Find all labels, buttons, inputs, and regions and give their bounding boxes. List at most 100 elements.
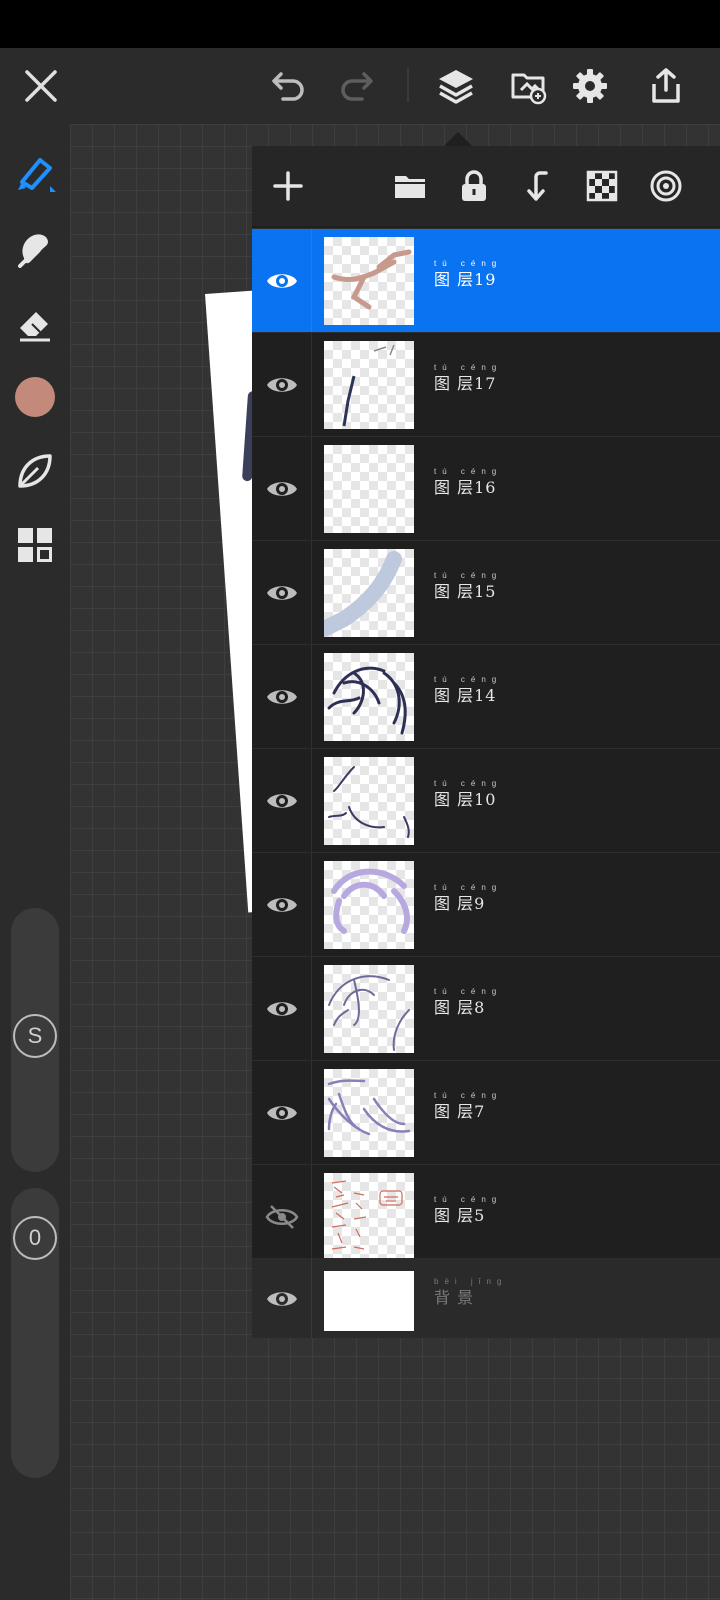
- layer-thumbnail: [324, 549, 414, 637]
- brush-opacity-slider[interactable]: 0: [11, 1188, 59, 1478]
- layer-thumbnail: [324, 1271, 414, 1331]
- color-button[interactable]: [10, 372, 60, 422]
- brush-size-knob[interactable]: S: [13, 1014, 57, 1058]
- lock-layer-button[interactable]: [450, 162, 498, 210]
- layer-name-pinyin: tú céng: [434, 883, 503, 892]
- new-folder-button[interactable]: [386, 162, 434, 210]
- layer-name: 图 层19: [434, 270, 497, 289]
- layer-visibility-toggle[interactable]: [252, 749, 312, 852]
- color-swatch: [15, 377, 55, 417]
- layer-row[interactable]: tú céng 图 层15: [252, 540, 720, 644]
- leaf-tool-button[interactable]: [10, 446, 60, 496]
- layer-visibility-toggle[interactable]: [252, 1165, 312, 1268]
- layer-thumbnail: [324, 757, 414, 845]
- smudge-icon: [18, 234, 48, 268]
- layer-thumbnail: [324, 653, 414, 741]
- transparency-icon: [586, 170, 618, 202]
- brush-size-slider[interactable]: S: [11, 908, 59, 1172]
- background-layer-row[interactable]: bèi jǐng 背 景: [252, 1258, 720, 1338]
- gear-icon: [573, 69, 607, 103]
- close-icon: [25, 70, 57, 102]
- layer-row[interactable]: tú céng 图 层7: [252, 1060, 720, 1164]
- layer-name: 背 景: [434, 1288, 475, 1307]
- blend-mode-button[interactable]: [642, 162, 690, 210]
- import-image-button[interactable]: [503, 60, 555, 112]
- eye-icon: [266, 1291, 297, 1306]
- layer-name-pinyin: tú céng: [434, 259, 503, 268]
- eye-icon: [266, 481, 297, 496]
- status-bar: [0, 0, 720, 48]
- layer-row[interactable]: tú céng 图 层10: [252, 748, 720, 852]
- top-toolbar: [0, 48, 720, 124]
- eye-icon: [266, 377, 297, 392]
- layer-thumbnail: [324, 965, 414, 1053]
- brush-opacity-knob[interactable]: 0: [13, 1216, 57, 1260]
- layer-visibility-toggle[interactable]: [252, 1061, 312, 1164]
- close-button[interactable]: [15, 60, 67, 112]
- share-button[interactable]: [640, 60, 692, 112]
- share-icon: [652, 68, 680, 103]
- layer-name: 图 层9: [434, 894, 486, 913]
- layer-name: 图 层15: [434, 582, 497, 601]
- layer-row[interactable]: tú céng 图 层16: [252, 436, 720, 540]
- import-image-icon: [511, 73, 547, 105]
- layer-row[interactable]: tú céng 图 层5: [252, 1164, 720, 1268]
- layer-row[interactable]: tú céng 图 层8: [252, 956, 720, 1060]
- layer-name: 图 层7: [434, 1102, 486, 1121]
- toolbar-divider: [407, 68, 409, 102]
- layers-toolbar: [252, 146, 720, 226]
- merge-down-button[interactable]: [514, 162, 562, 210]
- layers-button[interactable]: [430, 60, 482, 112]
- layer-row[interactable]: tú céng 图 层9: [252, 852, 720, 956]
- redo-button[interactable]: [330, 60, 382, 112]
- layer-name: 图 层10: [434, 790, 497, 809]
- layer-row[interactable]: tú céng 图 层19: [252, 228, 720, 332]
- layer-name: 图 层8: [434, 998, 486, 1017]
- leaf-icon: [18, 454, 52, 488]
- eye-icon: [266, 793, 297, 808]
- layer-visibility-toggle[interactable]: [252, 541, 312, 644]
- grid-tool-button[interactable]: [10, 520, 60, 570]
- layer-visibility-toggle[interactable]: [252, 229, 312, 332]
- layer-name-pinyin: tú céng: [434, 675, 503, 684]
- layer-name-pinyin: tú céng: [434, 363, 503, 372]
- layer-thumbnail: [324, 237, 414, 325]
- layer-visibility-toggle[interactable]: [252, 1259, 312, 1338]
- eye-icon: [266, 1001, 297, 1016]
- blend-mode-icon: [650, 170, 682, 202]
- undo-button[interactable]: [263, 60, 315, 112]
- layer-visibility-toggle[interactable]: [252, 853, 312, 956]
- eraser-icon: [20, 312, 50, 342]
- merge-down-icon: [527, 171, 548, 201]
- transparency-lock-button[interactable]: [578, 162, 626, 210]
- eye-hidden-icon: [265, 1204, 298, 1229]
- redo-icon: [341, 72, 373, 101]
- undo-icon: [272, 72, 304, 101]
- layer-visibility-toggle[interactable]: [252, 333, 312, 436]
- layer-name-pinyin: tú céng: [434, 987, 503, 996]
- layer-name: 图 层5: [434, 1206, 486, 1225]
- layer-name: 图 层17: [434, 374, 497, 393]
- add-layer-button[interactable]: [264, 162, 312, 210]
- folder-icon: [395, 176, 425, 198]
- layers-panel: tú céng 图 层19 tú céng 图 层17 tú céng 图 层1…: [252, 146, 720, 1338]
- settings-button[interactable]: [564, 60, 616, 112]
- add-layer-icon: [273, 171, 303, 201]
- eye-icon: [266, 689, 297, 704]
- brush-icon: [18, 158, 56, 192]
- layer-visibility-toggle[interactable]: [252, 437, 312, 540]
- eraser-tool-button[interactable]: [10, 298, 60, 348]
- layer-row[interactable]: tú céng 图 层17: [252, 332, 720, 436]
- panel-caret: [444, 132, 472, 146]
- layer-thumbnail: [324, 861, 414, 949]
- side-toolbar: S 0: [0, 124, 70, 1600]
- layer-name-pinyin: bèi jǐng: [434, 1277, 508, 1286]
- layer-row[interactable]: tú céng 图 层14: [252, 644, 720, 748]
- layer-name-pinyin: tú céng: [434, 467, 503, 476]
- layer-visibility-toggle[interactable]: [252, 957, 312, 1060]
- brush-tool-button[interactable]: [10, 148, 60, 198]
- smudge-tool-button[interactable]: [10, 224, 60, 274]
- layer-visibility-toggle[interactable]: [252, 645, 312, 748]
- layer-thumbnail: [324, 1069, 414, 1157]
- layer-name-pinyin: tú céng: [434, 571, 503, 580]
